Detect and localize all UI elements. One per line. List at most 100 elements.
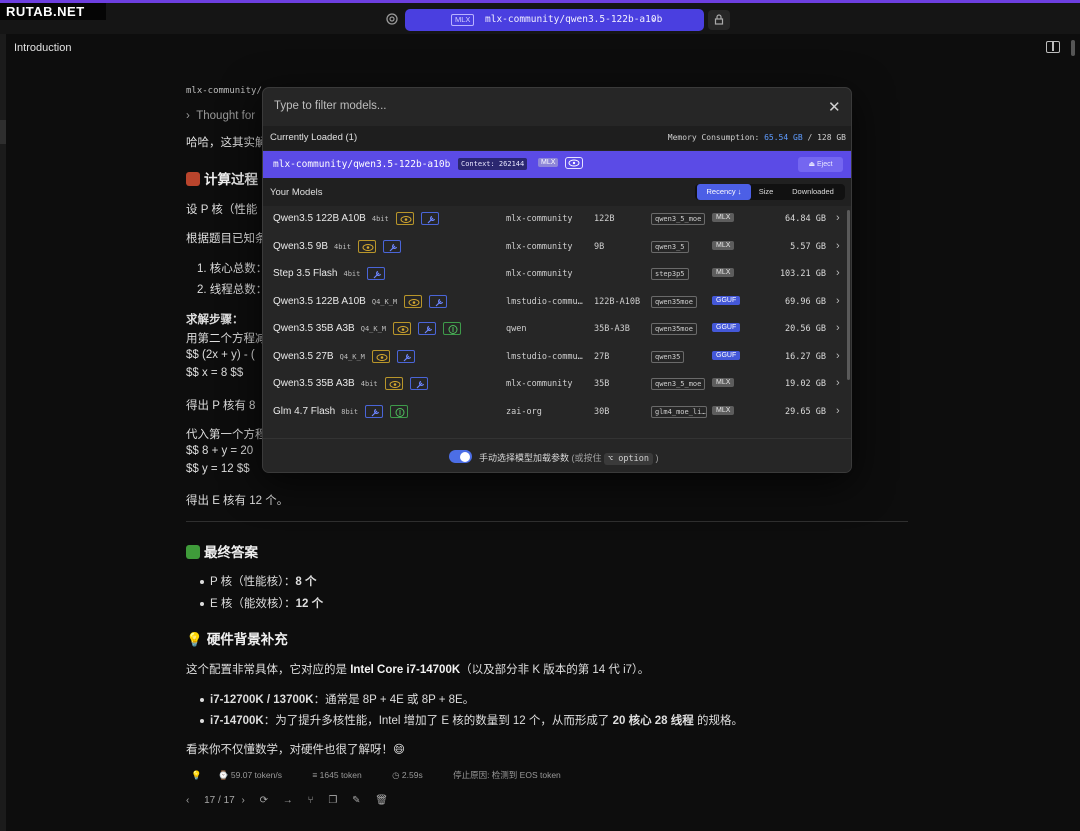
- chevron-right-icon[interactable]: ›: [836, 405, 840, 417]
- text-bold: i7-14700K: [210, 715, 264, 727]
- text: 这个配置非常具体，它对应的是: [186, 664, 351, 676]
- chevron-right-icon[interactable]: ›: [836, 212, 840, 224]
- publisher: lmstudio-commu…: [506, 296, 583, 307]
- close-icon[interactable]: ✕: [828, 98, 841, 116]
- publisher: zai-org: [506, 406, 542, 417]
- publisher: qwen: [506, 324, 527, 334]
- vision-eye-icon: [385, 377, 403, 390]
- arch-badge: qwen3_5_moe: [651, 213, 706, 225]
- let-paragraph: 设 P 核（性能: [186, 204, 258, 216]
- chevron-right-icon[interactable]: ›: [836, 377, 840, 389]
- heading-calc-text: 计算过程: [204, 172, 258, 187]
- file-size: 103.21 GB: [779, 269, 826, 279]
- top-bar: RUTAB.NET MLX mlx-community/qwen3.5-122b…: [0, 0, 1080, 34]
- model-row[interactable]: Qwen3.5 35B A3B 4bit mlx-community 35B qwen3…: [263, 371, 851, 399]
- model-list-scrollbar[interactable]: [847, 210, 850, 380]
- quant-label: Q4_K_M: [360, 325, 387, 333]
- chevron-right-icon[interactable]: ›: [836, 322, 840, 334]
- model-selector-button[interactable]: MLX mlx-community/qwen3.5-122b-a10b ⌄: [405, 9, 704, 31]
- speed-value: 59.07 token/s: [230, 770, 282, 780]
- token-value: 1645 token: [319, 770, 362, 780]
- quant-label: Q4_K_M: [339, 352, 365, 361]
- list-item: i7-12700K / 13700K：通常是 8P + 4E 或 8P + 8E…: [200, 691, 474, 707]
- reasoning-icon: [390, 404, 408, 418]
- format-badge: GGUF: [712, 295, 741, 305]
- regenerate-icon[interactable]: ⟳: [260, 795, 268, 806]
- chevron-right-icon[interactable]: ›: [836, 267, 840, 279]
- footer-hint: (或按住: [571, 453, 602, 463]
- arch-badge: qwen35: [651, 350, 685, 363]
- model-row[interactable]: Step 3.5 Flash 4bit mlx-community step3p5 ML…: [263, 261, 851, 289]
- model-label: mlx-community/: [186, 86, 262, 96]
- chevron-right-icon[interactable]: ›: [836, 295, 840, 307]
- branch-icon[interactable]: ⑂: [308, 795, 314, 806]
- settings-gear-icon[interactable]: [384, 11, 400, 27]
- eject-lock-button[interactable]: [708, 10, 730, 30]
- heading-answer: 最终答案: [186, 541, 258, 561]
- chevron-right-icon[interactable]: ›: [836, 240, 840, 252]
- heading-calc: 计算过程: [186, 168, 258, 188]
- steps-title: 求解步骤：: [186, 314, 244, 326]
- pager-label: 17 / 17: [204, 795, 235, 806]
- lightbulb-icon[interactable]: 💡: [191, 770, 202, 780]
- file-size: 5.57 GB: [790, 241, 826, 252]
- check-icon: [186, 545, 200, 559]
- answer-key: P 核（性能核）：: [210, 576, 296, 588]
- model-name: Qwen3.5 122B A10B 4bit: [273, 213, 389, 224]
- lightbulb-icon: 💡: [186, 632, 203, 647]
- model-row[interactable]: Qwen3.5 9B 4bit mlx-community 9B qwen3_5 MLX 5…: [263, 234, 851, 262]
- model-row[interactable]: Qwen3.5 122B A10B 4bit mlx-community 122B qw…: [263, 206, 851, 234]
- bullet-icon: [200, 718, 204, 723]
- list-item: 1. 核心总数：: [197, 263, 268, 275]
- your-models-title: Your Models: [270, 187, 323, 198]
- format-badge: GGUF: [712, 323, 741, 332]
- format-badge: MLX: [712, 240, 735, 250]
- copy-icon[interactable]: ❐: [328, 795, 337, 806]
- chevron-right-icon[interactable]: ›: [836, 350, 840, 362]
- manual-params-toggle[interactable]: [449, 450, 472, 463]
- memory-consumption: Memory Consumption: 65.54 GB / 128 GB: [668, 133, 846, 142]
- sidebar-toggle-icon[interactable]: [1046, 41, 1060, 53]
- sort-recency-tab[interactable]: Recency ↓: [697, 184, 751, 200]
- footer-hint: ): [655, 453, 659, 463]
- filter-models-input[interactable]: [263, 88, 823, 124]
- params: 122B: [594, 214, 615, 224]
- heading-answer-text: 最终答案: [204, 545, 258, 560]
- divider: [186, 521, 908, 522]
- text: ：通常是 8P + 4E 或 8P + 8E。: [313, 694, 475, 706]
- thought-toggle[interactable]: › Thought for: [186, 110, 255, 122]
- left-sidebar-edge: [0, 34, 6, 831]
- loaded-model-row[interactable]: mlx-community/qwen3.5-122b-a10b Context:…: [263, 151, 851, 178]
- generation-stats: 💡 ⌚ 59.07 token/s ≡ 1645 token ◷ 2.59s 停…: [191, 769, 575, 781]
- sort-size-tab[interactable]: Size: [753, 184, 779, 200]
- tool-use-icon: [418, 322, 436, 335]
- next-icon[interactable]: ›: [242, 795, 245, 806]
- params: 9B: [594, 241, 605, 252]
- model-row[interactable]: Qwen3.5 27B Q4_K_M lmstudio-commu… 27B qwen3…: [263, 344, 851, 372]
- model-name: Qwen3.5 35B A3B 4bit: [273, 378, 378, 389]
- model-name: Qwen3.5 122B A10B Q4_K_M: [273, 296, 397, 307]
- model-title: Glm 4.7 Flash: [273, 405, 336, 417]
- delete-icon[interactable]: 🗑: [375, 795, 388, 806]
- file-size: 69.96 GB: [785, 296, 826, 307]
- edit-icon[interactable]: ✎: [352, 795, 360, 806]
- scrollbar[interactable]: [1071, 40, 1075, 56]
- vision-eye-icon: [393, 322, 411, 335]
- publisher: mlx-community: [506, 214, 573, 224]
- model-row[interactable]: Glm 4.7 Flash 8bit zai-org 30B glm4_moe_li… M…: [263, 399, 851, 427]
- sidebar-handle[interactable]: [0, 120, 6, 144]
- time-value: 2.59s: [401, 770, 423, 780]
- prev-icon[interactable]: ‹: [186, 795, 189, 806]
- chevron-down-icon: ⌄: [650, 13, 658, 23]
- model-row[interactable]: Qwen3.5 35B A3B Q4_K_M qwen 35B-A3B qwen35mo…: [263, 316, 851, 344]
- answer-key: E 核（能效核）：: [210, 598, 296, 610]
- substitute-line: $$ y = 12 $$: [186, 463, 250, 475]
- continue-icon[interactable]: →: [283, 795, 293, 806]
- model-row[interactable]: Qwen3.5 122B A10B Q4_K_M lmstudio-commu… 12…: [263, 289, 851, 317]
- file-size: 64.84 GB: [785, 214, 826, 224]
- arch-badge: qwen3_5_moe: [651, 378, 706, 390]
- sort-downloaded-tab[interactable]: Downloaded: [783, 184, 843, 200]
- eject-button[interactable]: ⏏ Eject: [798, 157, 843, 172]
- reasoning-icon: [443, 322, 461, 335]
- memory-used: 65.54 GB: [764, 133, 803, 142]
